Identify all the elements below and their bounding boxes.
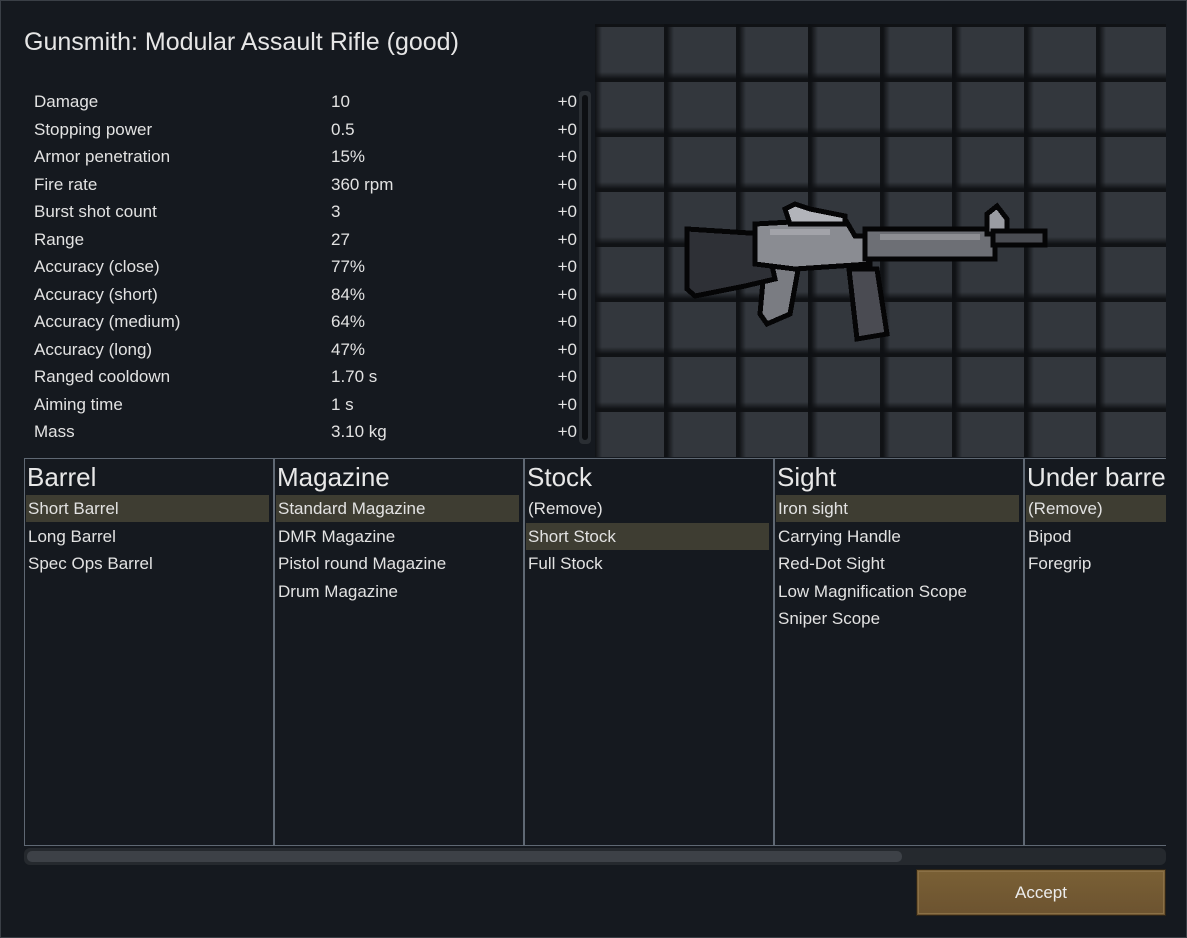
slot-option[interactable]: Low Magnification Scope [776, 578, 1019, 605]
slot-option[interactable]: Drum Magazine [276, 578, 519, 605]
attachment-slots: Barrel Short Barrel Long Barrel Spec Ops Ba… [24, 458, 1166, 846]
slot-option[interactable]: Full Stock [526, 550, 769, 577]
slots-horizontal-scrollbar-thumb[interactable] [27, 851, 902, 862]
stat-name: Fire rate [34, 174, 98, 194]
stat-name: Aiming time [34, 394, 123, 414]
stat-delta: +0 [557, 202, 577, 221]
stat-row: Accuracy (medium) 64% +0 [25, 308, 577, 335]
slot-option[interactable]: DMR Magazine [276, 523, 519, 550]
slot-option[interactable]: Short Stock [526, 522, 769, 550]
slot-title: Barrel [27, 462, 97, 492]
stat-delta: +0 [557, 229, 577, 249]
stat-value: 360 rpm [331, 174, 394, 194]
stat-row: Accuracy (short) 84% +0 [25, 281, 577, 308]
slot-title: Under barrel [1027, 462, 1166, 492]
stat-name: Range [34, 229, 85, 249]
window-title: Gunsmith: Modular Assault Rifle (good) [24, 28, 459, 56]
slot-option[interactable]: Iron sight [776, 495, 1019, 522]
slot-barrel: Barrel Short Barrel Long Barrel Spec Ops Ba… [24, 458, 274, 846]
slot-option[interactable]: Carrying Handle [776, 523, 1019, 550]
stat-delta: +0 [557, 339, 577, 359]
slot-option[interactable]: Sniper Scope [776, 605, 1019, 632]
stat-name: Armor penetration [34, 147, 171, 166]
stat-delta: +0 [557, 367, 577, 386]
stat-row: Accuracy (close) 77% +0 [25, 253, 577, 280]
stat-row: Fire rate 360 rpm +0 [25, 171, 577, 198]
stat-value: 84% [331, 284, 366, 304]
slot-option[interactable]: Red-Dot Sight [776, 550, 1019, 577]
stat-delta: +0 [557, 257, 577, 276]
stat-value: 27 [331, 229, 350, 249]
stat-name: Accuracy (medium) [34, 312, 181, 331]
slot-stock: Stock (Remove) Short Stock Full Stock [524, 458, 774, 846]
stat-row: Armor penetration 15% +0 [25, 143, 577, 170]
stat-name: Mass [34, 422, 75, 441]
slot-option[interactable]: Foregrip [1026, 550, 1166, 577]
stat-row: Damage 10 +0 [25, 88, 577, 115]
stats-scrollbar-thumb[interactable] [582, 95, 588, 440]
stat-value: 3 [331, 202, 341, 221]
slot-option[interactable]: Standard Magazine [276, 495, 519, 522]
stat-value: 77% [331, 257, 366, 276]
stat-name: Damage [34, 92, 99, 111]
slot-option[interactable]: (Remove) [526, 495, 769, 522]
stat-delta: +0 [557, 312, 577, 331]
stat-name: Accuracy (short) [34, 284, 158, 304]
weapon-preview [595, 24, 1166, 457]
slot-option[interactable]: Spec Ops Barrel [26, 550, 269, 577]
slot-option[interactable]: (Remove) [1026, 495, 1166, 522]
stat-row: Burst shot count 3 +0 [25, 198, 577, 225]
stat-value: 1.70 s [331, 367, 378, 386]
stats-table: Damage 10 +0 Stopping power 0.5 +0 Armor penet… [25, 88, 577, 446]
stat-value: 1 s [331, 394, 354, 414]
stat-row: Ranged cooldown 1.70 s +0 [25, 363, 577, 390]
accept-button[interactable]: Accept [916, 869, 1166, 916]
stat-row: Mass 3.10 kg +0 [25, 418, 577, 445]
stat-value: 15% [331, 147, 366, 166]
slot-under-barrel: Under barrel (Remove) Bipod Foregrip [1024, 458, 1166, 846]
stat-value: 3.10 kg [331, 422, 387, 441]
stat-delta: +0 [557, 147, 577, 166]
stat-row: Accuracy (long) 47% +0 [25, 336, 577, 363]
slots-horizontal-scrollbar[interactable] [24, 848, 1166, 865]
stat-name: Ranged cooldown [34, 367, 171, 386]
stat-row: Stopping power 0.5 +0 [25, 116, 577, 143]
slot-option[interactable]: Short Barrel [26, 495, 269, 522]
slot-sight: Sight Iron sight Carrying Handle Red-Dot Si… [774, 458, 1024, 846]
stat-delta: +0 [557, 174, 577, 194]
stat-row: Range 27 +0 [25, 226, 577, 253]
stat-name: Accuracy (close) [34, 257, 160, 276]
slot-title: Magazine [277, 462, 390, 492]
stat-name: Stopping power [34, 119, 153, 139]
stats-scrollbar[interactable] [579, 91, 591, 444]
gunsmith-window: Gunsmith: Modular Assault Rifle (good) D… [0, 0, 1187, 938]
stat-delta: +0 [557, 92, 577, 111]
slot-option[interactable]: Long Barrel [26, 523, 269, 550]
slot-option[interactable]: Bipod [1026, 523, 1166, 550]
stat-row: Aiming time 1 s +0 [25, 391, 577, 418]
assault-rifle-icon [684, 201, 1048, 342]
stat-value: 10 [331, 92, 350, 111]
stat-value: 0.5 [331, 119, 355, 139]
stat-delta: +0 [557, 284, 577, 304]
stat-value: 64% [331, 312, 366, 331]
stat-name: Burst shot count [34, 202, 157, 221]
stat-name: Accuracy (long) [34, 339, 153, 359]
slot-title: Stock [527, 462, 593, 492]
stat-delta: +0 [557, 119, 577, 139]
stat-value: 47% [331, 339, 366, 359]
stat-delta: +0 [557, 394, 577, 414]
slot-title: Sight [777, 462, 837, 492]
slot-magazine: Magazine Standard Magazine DMR Magazine Pis… [274, 458, 524, 846]
slot-option[interactable]: Pistol round Magazine [276, 550, 519, 577]
stat-delta: +0 [557, 422, 577, 441]
